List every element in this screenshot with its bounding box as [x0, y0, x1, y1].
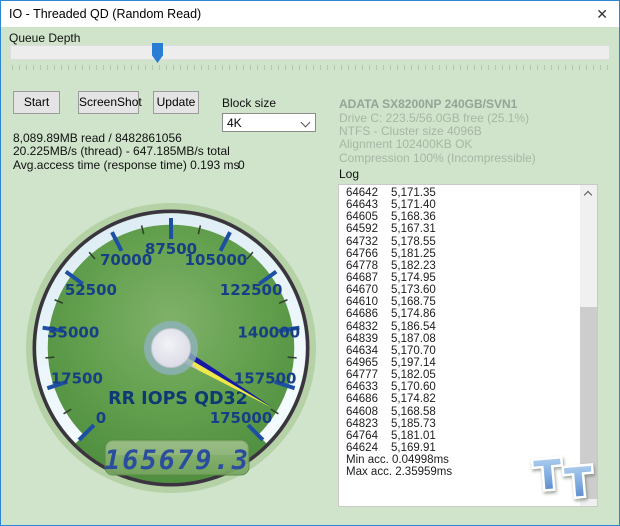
gauge-tick-label: 175000: [210, 409, 273, 427]
gauge-tick-label: 157500: [234, 370, 297, 388]
log-row: 64823 5,185.73: [346, 417, 436, 430]
slider-track[interactable]: [10, 45, 610, 60]
dialog-body: Queue Depth Start ScreenShot Update Bloc…: [1, 27, 619, 525]
app-window: IO - Threaded QD (Random Read) ✕ Queue D…: [0, 0, 620, 526]
log-row: 64764 5,181.01: [346, 429, 436, 442]
drive-detail-line: Alignment 102400KB OK: [339, 137, 473, 152]
log-row: 64686 5,174.82: [346, 393, 436, 406]
drive-details: Drive C: 223.5/56.0GB free (25.1%) NTFS -…: [339, 111, 536, 165]
log-row: 64605 5,168.36: [346, 211, 436, 224]
queue-depth-slider[interactable]: [10, 43, 610, 67]
log-label: Log: [339, 167, 360, 181]
block-size-value: 4K: [227, 116, 242, 130]
gauge-minor-tick: [45, 356, 55, 359]
gauge-title: RR IOPS QD32: [108, 389, 248, 409]
log-row: 64608 5,168.58: [346, 405, 436, 418]
start-button[interactable]: Start: [13, 91, 60, 114]
log-row: 64832 5,186.54: [346, 320, 436, 333]
gauge-minor-tick: [287, 356, 297, 359]
log-rows: 64642 5,171.35 64643 5,171.40 64605 5,168.36 6…: [339, 187, 579, 478]
title-bar: IO - Threaded QD (Random Read) ✕: [1, 1, 619, 27]
log-row: 64777 5,182.05: [346, 369, 436, 382]
gauge-tick-label: 52500: [65, 281, 117, 299]
close-icon[interactable]: ✕: [596, 5, 608, 23]
chevron-down-icon: [300, 117, 311, 128]
gauge-tick-label: 140000: [237, 324, 300, 342]
screenshot-button[interactable]: ScreenShot: [78, 91, 142, 114]
gauge-tick-label: 122500: [220, 281, 283, 299]
tweaktown-logo: T T: [531, 449, 598, 510]
logo-letter-t1: T: [532, 452, 564, 500]
log-row: 64642 5,171.35: [346, 187, 436, 199]
stat-throughput: 20.225MB/s (thread) - 647.185MB/s total: [13, 144, 230, 158]
log-row: 64732 5,178.55: [346, 235, 436, 248]
gauge-tick-label: 0: [96, 409, 106, 427]
log-row: 64610 5,168.75: [346, 296, 436, 309]
iops-gauge: RR IOPS QD32 017500350005250070000875001…: [26, 203, 316, 493]
gauge-tick-label: 17500: [51, 370, 103, 388]
drive-detail-line: Compression 100% (Incompressible): [339, 150, 536, 165]
slider-thumb[interactable]: [152, 43, 163, 63]
log-row: 64643 5,171.40: [346, 199, 436, 212]
slider-tick-marks: [12, 65, 608, 70]
log-row: 64592 5,167.31: [346, 223, 436, 236]
stat-access-time: Avg.access time (response time) 0.193 ms: [13, 158, 240, 172]
drive-title: ADATA SX8200NP 240GB/SVN1: [339, 97, 518, 111]
block-size-dropdown[interactable]: 4K: [222, 113, 316, 132]
log-row: 64687 5,174.95: [346, 271, 436, 284]
log-row: 64686 5,174.86: [346, 308, 436, 321]
log-row: 64778 5,182.23: [346, 259, 436, 272]
update-button[interactable]: Update: [153, 91, 199, 114]
log-row: 64670 5,173.60: [346, 284, 436, 297]
log-row: 64965 5,197.14: [346, 356, 436, 369]
log-row: 64839 5,187.08: [346, 332, 436, 345]
log-row: 64766 5,181.25: [346, 247, 436, 260]
window-title: IO - Threaded QD (Random Read): [9, 7, 202, 21]
gauge-tick-label: 105000: [185, 251, 248, 269]
log-row: 64634 5,170.70: [346, 344, 436, 357]
lcd-readout: 165679.3: [104, 445, 250, 476]
stat-counter: 0: [238, 158, 245, 172]
logo-letter-t2: T: [563, 459, 595, 507]
log-row: 64633 5,170.60: [346, 381, 436, 394]
needle-hub: [151, 328, 191, 368]
gauge-tick-label: 35000: [47, 324, 99, 342]
stat-bytes-read: 8,089.89MB read / 8482861056: [13, 131, 182, 145]
scrollbar-up-icon[interactable]: [580, 185, 597, 202]
block-size-label: Block size: [222, 96, 277, 110]
